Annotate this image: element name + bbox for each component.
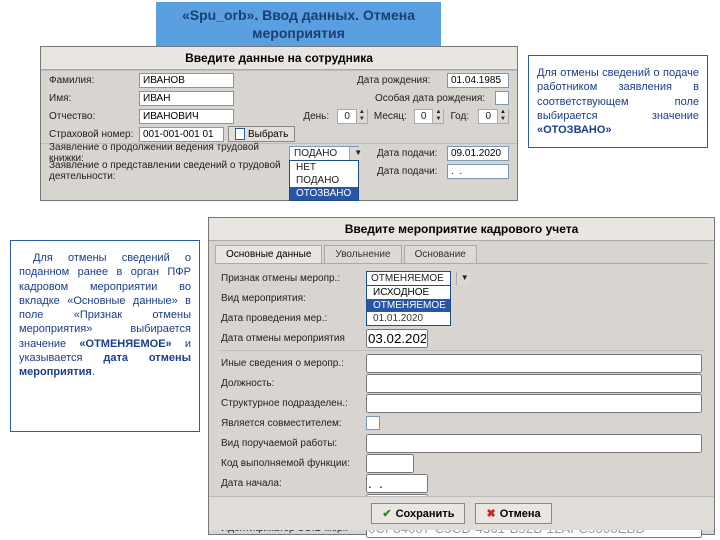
label-year: Год:	[450, 111, 478, 122]
save-button[interactable]: ✔ Сохранить	[371, 503, 465, 524]
tab-main-data[interactable]: Основные данные	[215, 245, 322, 263]
label-special-dob: Особая дата рождения:	[375, 93, 495, 104]
chevron-down-icon: ▼	[456, 272, 469, 285]
footer-buttons: ✔ Сохранить ✖ Отмена	[209, 496, 714, 530]
tab-dismissal[interactable]: Увольнение	[324, 245, 401, 263]
label-parttime: Является совместителем:	[221, 418, 366, 429]
note-revoke: Для отмены сведений о подаче работником …	[528, 55, 708, 148]
event-form-header: Введите мероприятие кадрового учета	[209, 218, 714, 241]
work-type-input[interactable]	[366, 434, 702, 453]
chevron-down-icon: ▼	[349, 147, 362, 160]
label-cancel-date: Дата отмены мероприятия	[221, 333, 366, 344]
label-patronymic: Отчество:	[49, 111, 139, 122]
position-input[interactable]	[366, 374, 702, 393]
day-stepper[interactable]: 0▲▼	[337, 109, 368, 124]
patronymic-input[interactable]	[139, 109, 234, 124]
check-icon: ✔	[382, 507, 391, 520]
label-work-type: Вид поручаемой работы:	[221, 438, 366, 449]
label-func-code: Код выполняемой функции:	[221, 458, 366, 469]
label-other-info: Иные сведения о меропр.:	[221, 358, 366, 369]
employee-form-window: Введите данные на сотрудника Фамилия: Да…	[40, 46, 518, 201]
status-option-podano[interactable]: ПОДАНО	[290, 174, 358, 187]
tab-basis[interactable]: Основание	[404, 245, 477, 263]
status-option-net[interactable]: НЕТ	[290, 161, 358, 174]
event-tabs: Основные данные Увольнение Основание	[215, 245, 708, 264]
close-icon: ✖	[486, 507, 495, 520]
status-dropdown[interactable]: ПОДАНО ▼	[289, 146, 359, 161]
label-date-submit-1: Дата подачи:	[377, 148, 447, 159]
label-dob: Дата рождения:	[357, 75, 447, 86]
date-submit-2-input[interactable]	[447, 164, 509, 179]
label-cancel-flag: Признак отмены меропр.:	[221, 273, 366, 284]
snils-input[interactable]	[139, 127, 224, 142]
cancel-flag-list: ИСХОДНОЕ ОТМЕНЯЕМОЕ 01.01.2020	[366, 285, 451, 326]
name-input[interactable]	[139, 91, 234, 106]
employee-form-header: Введите данные на сотрудника	[41, 47, 517, 70]
label-day: День:	[303, 111, 337, 122]
label-event-type: Вид мероприятия:	[221, 293, 366, 304]
label-name: Имя:	[49, 93, 139, 104]
month-stepper[interactable]: 0▲▼	[414, 109, 445, 124]
cancel-option-cancelled[interactable]: ОТМЕНЯЕМОЕ	[367, 299, 450, 312]
label-position: Должность:	[221, 378, 366, 389]
cancel-date-input[interactable]	[366, 329, 428, 348]
slide-title: «Spu_orb». Ввод данных. Отмена мероприят…	[156, 2, 441, 46]
year-stepper[interactable]: 0▲▼	[478, 109, 509, 124]
label-dept: Структурное подразделен.:	[221, 398, 366, 409]
dept-input[interactable]	[366, 394, 702, 413]
cancel-button[interactable]: ✖ Отмена	[475, 503, 551, 524]
status-dropdown-list: НЕТ ПОДАНО ОТОЗВАНО	[289, 160, 359, 201]
dob-input[interactable]	[447, 73, 509, 88]
start-date-input[interactable]	[366, 474, 428, 493]
cancel-flag-dropdown[interactable]: ОТМЕНЯЕМОЕ ▼	[366, 271, 451, 286]
other-info-input[interactable]	[366, 354, 702, 373]
surname-input[interactable]	[139, 73, 234, 88]
func-code-input[interactable]	[366, 454, 414, 473]
label-statement-1: Заявление о продолжении ведения трудовой…	[49, 142, 289, 164]
document-icon	[235, 128, 245, 140]
parttime-checkbox[interactable]	[366, 416, 380, 430]
note-cancel-event: Для отмены сведений о поданном ранее в о…	[10, 240, 200, 432]
event-date-value: 01.01.2020	[367, 312, 450, 325]
label-date-submit-2: Дата подачи:	[377, 166, 447, 177]
label-surname: Фамилия:	[49, 75, 139, 86]
label-start-date: Дата начала:	[221, 478, 366, 489]
label-event-date: Дата проведения мер.:	[221, 313, 366, 324]
special-dob-checkbox[interactable]	[495, 91, 509, 105]
event-form-window: Введите мероприятие кадрового учета Осно…	[208, 217, 715, 535]
cancel-option-initial[interactable]: ИСХОДНОЕ	[367, 286, 450, 299]
label-month: Месяц:	[374, 111, 414, 122]
status-option-otozvano[interactable]: ОТОЗВАНО	[290, 187, 358, 200]
date-submit-1-input[interactable]	[447, 146, 509, 161]
select-button[interactable]: Выбрать	[228, 126, 295, 142]
label-snils: Страховой номер:	[49, 129, 139, 140]
